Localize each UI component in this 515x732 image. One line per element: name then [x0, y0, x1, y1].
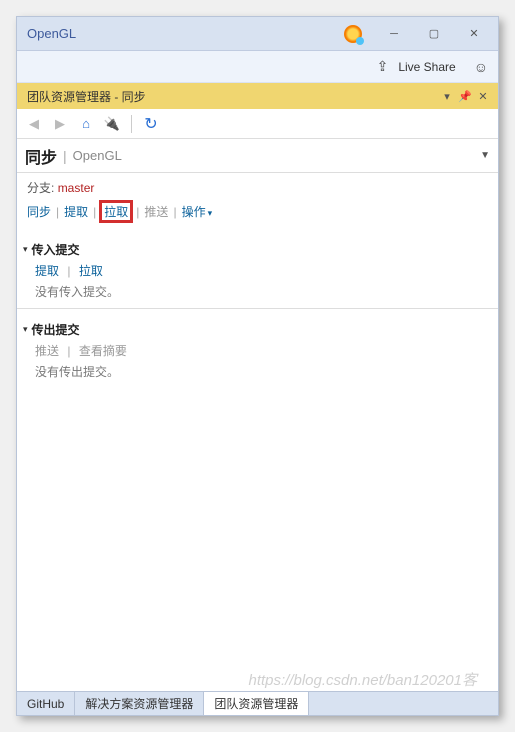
close-button[interactable]: ✕ [454, 20, 494, 48]
panel-menu-button[interactable]: ▾ [438, 90, 456, 103]
panel-close-button[interactable]: ✕ [474, 90, 492, 103]
incoming-pull[interactable]: 拉取 [79, 264, 103, 278]
incoming-fetch[interactable]: 提取 [35, 264, 59, 278]
breadcrumb-main: 同步 [25, 144, 57, 168]
pull-action[interactable]: 拉取 [104, 205, 128, 219]
share-icon[interactable]: ⇪ [377, 58, 389, 75]
account-icon[interactable]: ☺ [474, 59, 488, 75]
outgoing-push[interactable]: 推送 [35, 344, 59, 358]
tab-solution-explorer[interactable]: 解决方案资源管理器 [75, 692, 204, 715]
operations-dropdown[interactable]: 操作 [182, 203, 213, 220]
push-action[interactable]: 推送 [144, 203, 168, 220]
branch-name[interactable]: master [58, 181, 95, 195]
toolbar-separator [131, 115, 132, 133]
outgoing-summary[interactable]: 查看摘要 [79, 344, 127, 358]
incoming-section-header[interactable]: ▾ 传入提交 [17, 239, 498, 260]
incoming-title: 传入提交 [32, 241, 80, 258]
notification-badge-icon[interactable] [344, 25, 362, 43]
section-divider [17, 308, 498, 309]
collapse-icon: ▾ [23, 244, 28, 255]
connect-button[interactable]: 🔌 [101, 113, 123, 135]
outgoing-empty: 没有传出提交。 [35, 361, 492, 386]
fetch-action[interactable]: 提取 [64, 203, 88, 220]
breadcrumb-sub: OpenGL [73, 148, 122, 163]
branch-label: 分支: [27, 181, 54, 195]
maximize-button[interactable]: ▢ [414, 20, 454, 48]
pull-highlight: 拉取 [99, 200, 133, 223]
window-title: OpenGL [27, 26, 76, 41]
outgoing-section-header[interactable]: ▾ 传出提交 [17, 319, 498, 340]
incoming-empty: 没有传入提交。 [35, 281, 492, 306]
home-button[interactable]: ⌂ [75, 113, 97, 135]
pin-button[interactable]: 📌 [456, 90, 474, 103]
breadcrumb-dropdown[interactable]: ▼ [480, 150, 490, 161]
minimize-button[interactable]: ─ [374, 20, 414, 48]
live-share-button[interactable]: Live Share [398, 60, 455, 74]
collapse-icon: ▾ [23, 324, 28, 335]
tab-team-explorer[interactable]: 团队资源管理器 [204, 692, 309, 715]
outgoing-title: 传出提交 [32, 321, 80, 338]
panel-title: 团队资源管理器 - 同步 [27, 88, 438, 105]
nav-back-button[interactable]: ◀ [23, 113, 45, 135]
breadcrumb-separator: | [63, 148, 67, 164]
tab-github[interactable]: GitHub [17, 692, 75, 715]
sync-action[interactable]: 同步 [27, 203, 51, 220]
nav-forward-button[interactable]: ▶ [49, 113, 71, 135]
panel-header: 团队资源管理器 - 同步 ▾ 📌 ✕ [17, 83, 498, 109]
refresh-button[interactable]: ↻ [140, 113, 162, 135]
